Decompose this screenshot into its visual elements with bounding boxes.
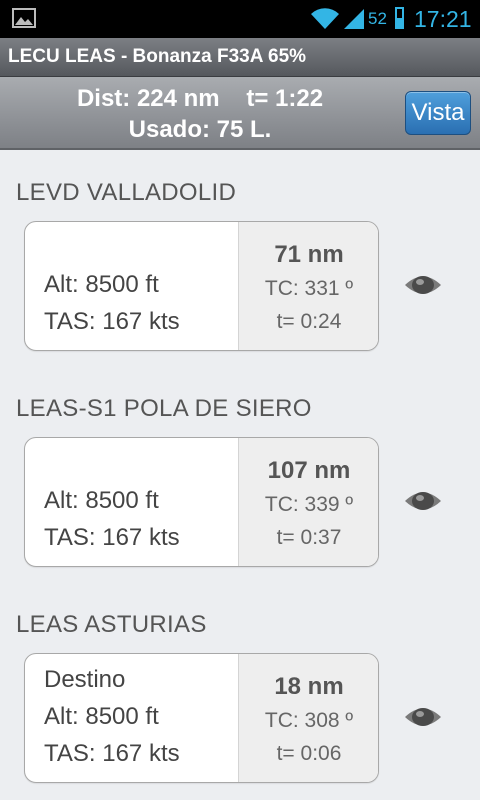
battery-icon (395, 7, 404, 29)
leg-details: Destino Alt: 8500 ft TAS: 167 kts (25, 654, 238, 782)
page-title: LECU LEAS - Bonanza F33A 65% (8, 46, 307, 67)
wifi-icon (311, 8, 339, 29)
eye-icon[interactable] (404, 704, 442, 730)
leg-navigation: 107 nm TC: 339 º t= 0:37 (238, 438, 378, 566)
leg-time: t= 0:37 (276, 526, 342, 549)
gallery-notification-icon (12, 8, 36, 28)
leg-distance: 18 nm (274, 673, 344, 700)
leg-navigation: 71 nm TC: 331 º t= 0:24 (238, 222, 378, 350)
total-distance: Dist: 224 nm (76, 85, 220, 112)
leg-distance: 71 nm (274, 241, 344, 268)
summary-line-1: Dist: 224 nm t= 1:22 (0, 85, 400, 113)
status-bar: 52 17:21 (0, 0, 480, 38)
leg-navigation: 18 nm TC: 308 º t= 0:06 (238, 654, 378, 782)
leg-altitude: Alt: 8500 ft (44, 271, 159, 298)
leg-card[interactable]: Destino Alt: 8500 ft TAS: 167 kts 18 nm … (24, 653, 379, 783)
leg-details: Alt: 8500 ft TAS: 167 kts (25, 222, 238, 350)
leg-tas: TAS: 167 kts (44, 524, 180, 551)
leg-course: TC: 339 º (264, 493, 354, 516)
clock: 17:21 (414, 6, 472, 32)
eye-icon[interactable] (404, 272, 442, 298)
leg-course: TC: 331 º (264, 277, 354, 300)
leg-title: LEAS-S1 POLA DE SIERO (16, 395, 312, 422)
leg-tas: TAS: 167 kts (44, 740, 180, 767)
leg-title: LEVD VALLADOLID (16, 179, 237, 206)
route-summary: Dist: 224 nm t= 1:22 Usado: 75 L. Vista (0, 77, 480, 150)
total-time: t= 1:22 (246, 85, 324, 112)
leg-card[interactable]: Alt: 8500 ft TAS: 167 kts 107 nm TC: 339… (24, 437, 379, 567)
leg-time: t= 0:24 (276, 310, 342, 333)
title-bar: LECU LEAS - Bonanza F33A 65% (0, 38, 480, 77)
leg-tas: TAS: 167 kts (44, 308, 180, 335)
leg-title: LEAS ASTURIAS (16, 611, 207, 638)
battery-level: 52 (368, 9, 387, 28)
leg-distance: 107 nm (267, 457, 351, 484)
eye-icon[interactable] (404, 488, 442, 514)
leg-details: Alt: 8500 ft TAS: 167 kts (25, 438, 238, 566)
vista-button[interactable]: Vista (405, 91, 471, 135)
signal-icon (344, 9, 364, 29)
leg-card[interactable]: Alt: 8500 ft TAS: 167 kts 71 nm TC: 331 … (24, 221, 379, 351)
fuel-used: Usado: 75 L. (128, 116, 272, 143)
leg-course: TC: 308 º (264, 709, 354, 732)
leg-altitude: Alt: 8500 ft (44, 703, 159, 730)
leg-time: t= 0:06 (276, 742, 342, 765)
leg-altitude: Alt: 8500 ft (44, 487, 159, 514)
leg-note: Destino (44, 666, 126, 693)
